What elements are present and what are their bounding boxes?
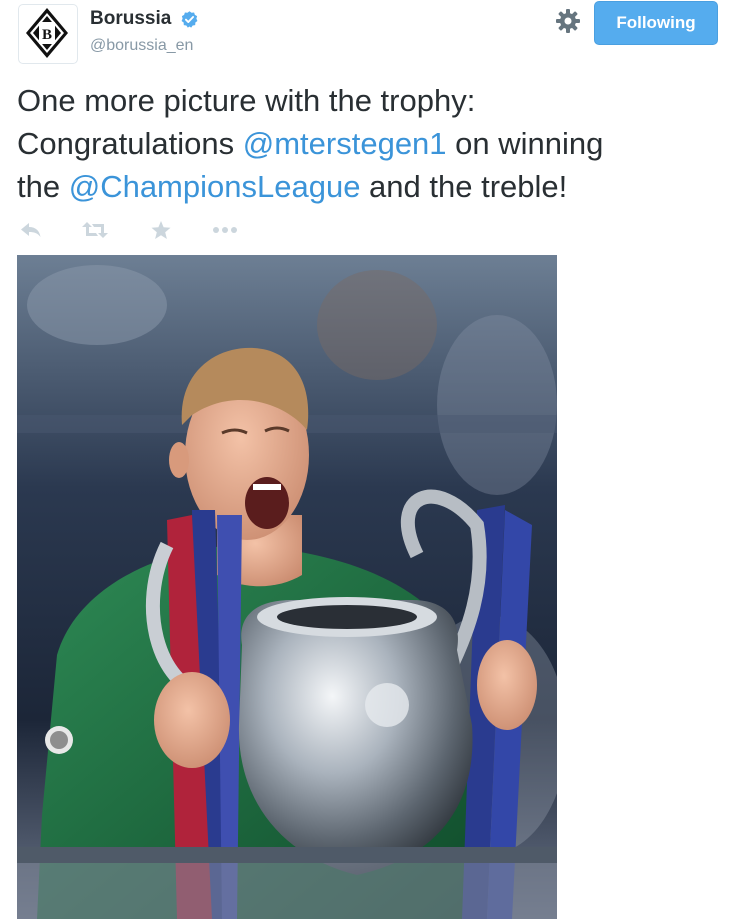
more-button[interactable] [211, 218, 239, 242]
gear-icon[interactable] [555, 8, 581, 34]
tweet-text-segment: and the treble! [360, 169, 568, 204]
tweet-text-segment: Congratulations [17, 126, 243, 161]
retweet-button[interactable] [81, 218, 109, 242]
tweet-text-segment: the [17, 169, 69, 204]
tweet-line-1: One more picture with the trophy: [17, 83, 476, 118]
avatar[interactable]: B [18, 4, 78, 64]
username-handle[interactable]: @borussia_en [90, 37, 193, 55]
tweet-text: One more picture with the trophy: Congra… [17, 79, 717, 208]
svg-text:B: B [42, 27, 52, 43]
name-block[interactable]: Borussia [90, 8, 199, 30]
retweet-icon [82, 222, 108, 238]
borussia-crest-icon: B [26, 8, 68, 58]
following-button[interactable]: Following [594, 1, 718, 45]
mention-link-mterstegen1[interactable]: @mterstegen1 [243, 126, 447, 161]
mention-link-championsleague[interactable]: @ChampionsLeague [69, 169, 361, 204]
tweet-photo[interactable] [17, 255, 557, 919]
tweet-actions [17, 218, 257, 242]
reply-button[interactable] [17, 218, 45, 242]
reply-icon [21, 223, 41, 237]
more-dots-icon [213, 227, 237, 233]
verified-badge-icon [181, 10, 198, 28]
star-icon [151, 220, 171, 239]
tweet-header: B Borussia @borussia_en Following [0, 0, 729, 70]
favorite-button[interactable] [147, 218, 175, 242]
display-name[interactable]: Borussia [90, 8, 171, 29]
tweet-text-segment: on winning [446, 126, 604, 161]
trophy-photo-image [17, 255, 557, 919]
